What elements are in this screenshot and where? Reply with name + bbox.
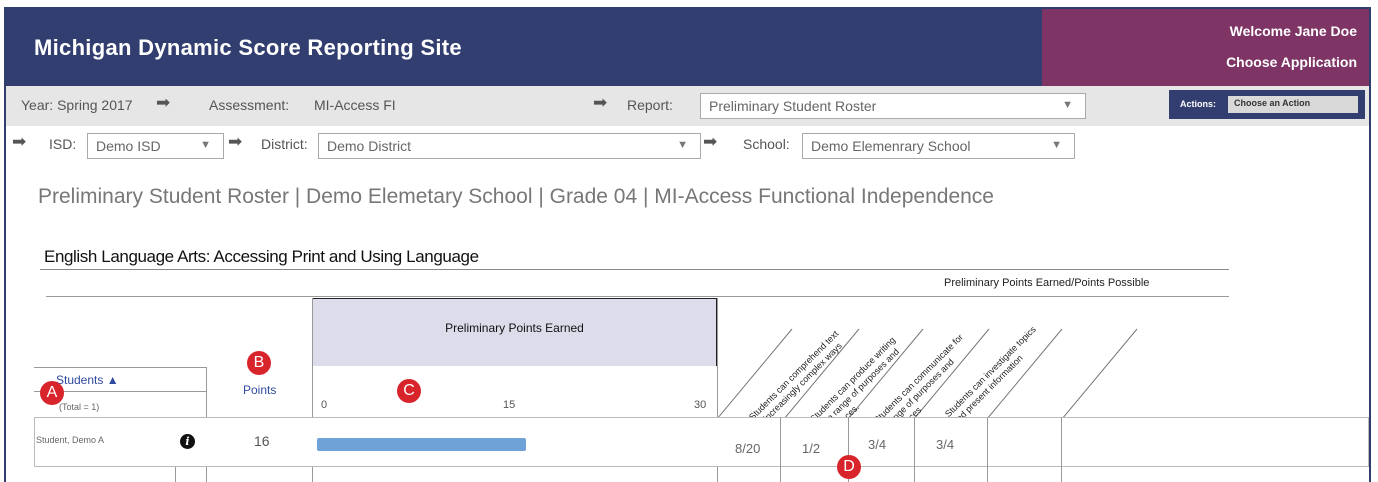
district-select-value: Demo District bbox=[327, 138, 412, 154]
header-bar: Michigan Dynamic Score Reporting Site We… bbox=[6, 9, 1369, 86]
location-filter-row: ➡ ISD: Demo ISD ▼ ➡ District: Demo Distr… bbox=[6, 126, 1369, 166]
claim-score: 3/4 bbox=[868, 437, 887, 452]
district-label: District: bbox=[261, 136, 308, 152]
claim-score: 1/2 bbox=[802, 441, 821, 456]
school-select-value: Demo Elemenrary School bbox=[811, 138, 971, 154]
axis-tick-label: 30 bbox=[694, 399, 707, 411]
chevron-down-icon: ▼ bbox=[200, 139, 211, 151]
claim-score: 8/20 bbox=[735, 441, 761, 456]
page-title: Preliminary Student Roster | Demo Elemet… bbox=[38, 185, 994, 208]
points-bar bbox=[317, 438, 526, 451]
arrow-right-icon: ➡ bbox=[228, 132, 243, 151]
assessment-value[interactable]: MI-Access FI bbox=[314, 97, 396, 113]
points-earned-header-label: Preliminary Points Earned bbox=[445, 321, 584, 335]
table-top-line bbox=[46, 296, 1229, 297]
chevron-down-icon: ▼ bbox=[677, 139, 688, 151]
actions-select[interactable]: Choose an Action bbox=[1228, 96, 1358, 113]
welcome-link[interactable]: Welcome Jane Doe bbox=[1230, 23, 1357, 39]
arrow-right-icon: ➡ bbox=[12, 132, 27, 151]
report-label: Report: bbox=[627, 97, 673, 113]
points-earned-header: Preliminary Points Earned bbox=[312, 298, 717, 366]
callout-marker: C bbox=[397, 379, 421, 403]
actions-panel: Actions: Choose an Action bbox=[1169, 90, 1365, 119]
axis-tick-label: 15 bbox=[503, 399, 516, 411]
chevron-down-icon: ▼ bbox=[1051, 139, 1062, 151]
isd-label: ISD: bbox=[49, 136, 77, 152]
school-select[interactable]: Demo Elemenrary School ▼ bbox=[802, 133, 1075, 159]
section-divider bbox=[40, 269, 1229, 270]
info-icon[interactable]: i bbox=[180, 434, 195, 449]
students-header-line bbox=[34, 367, 206, 368]
site-title: Michigan Dynamic Score Reporting Site bbox=[34, 35, 462, 60]
year-filter[interactable]: Year: Spring 2017 bbox=[21, 97, 133, 113]
column-divider bbox=[987, 417, 988, 482]
column-divider bbox=[1061, 417, 1062, 482]
table-row[interactable] bbox=[34, 417, 1369, 467]
report-select[interactable]: Preliminary Student Roster ▼ bbox=[700, 93, 1086, 119]
callout-marker: A bbox=[40, 381, 64, 405]
callout-marker: B bbox=[247, 351, 271, 375]
chevron-down-icon: ▼ bbox=[1062, 99, 1073, 111]
filter-bar: Year: Spring 2017 ➡ Assessment: MI-Acces… bbox=[6, 86, 1369, 126]
total-count: (Total = 1) bbox=[59, 402, 100, 412]
axis-tick-label: 0 bbox=[321, 399, 328, 411]
student-points: 16 bbox=[254, 433, 270, 449]
student-name[interactable]: Student, Demo A bbox=[36, 435, 104, 445]
district-select[interactable]: Demo District ▼ bbox=[318, 133, 701, 159]
user-panel: Welcome Jane Doe Choose Application bbox=[1042, 9, 1369, 86]
arrow-right-icon: ➡ bbox=[156, 93, 171, 112]
choose-application-link[interactable]: Choose Application bbox=[1226, 54, 1357, 70]
isd-select[interactable]: Demo ISD ▼ bbox=[87, 133, 224, 159]
actions-label: Actions: bbox=[1180, 99, 1216, 109]
points-possible-heading: Preliminary Points Earned/Points Possibl… bbox=[944, 277, 1150, 289]
column-divider bbox=[914, 417, 915, 482]
report-select-value: Preliminary Student Roster bbox=[709, 98, 877, 114]
section-title: English Language Arts: Accessing Print a… bbox=[44, 247, 479, 266]
assessment-label: Assessment: bbox=[209, 97, 290, 113]
isd-select-value: Demo ISD bbox=[96, 138, 161, 154]
callout-marker: D bbox=[837, 455, 861, 479]
points-header[interactable]: Points bbox=[243, 383, 276, 397]
students-sort-header[interactable]: Students ▲ bbox=[56, 373, 119, 387]
arrow-right-icon: ➡ bbox=[703, 132, 718, 151]
column-divider bbox=[780, 417, 781, 482]
arrow-right-icon: ➡ bbox=[593, 93, 608, 112]
app-frame: Michigan Dynamic Score Reporting Site We… bbox=[4, 7, 1371, 482]
school-label: School: bbox=[743, 136, 790, 152]
claim-score: 3/4 bbox=[936, 437, 955, 452]
